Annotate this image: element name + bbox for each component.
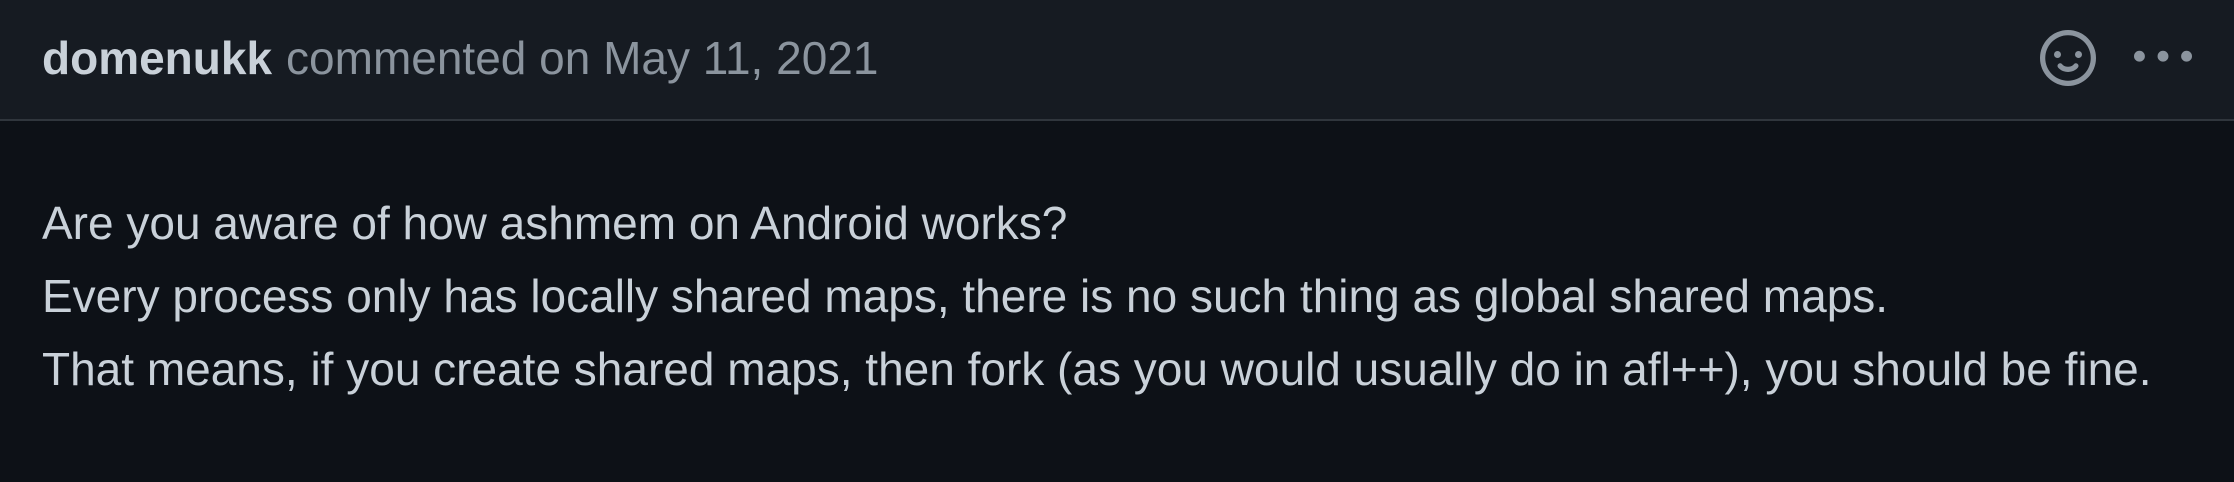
comment-meta: domenukk commented on May 11, 2021: [42, 35, 878, 81]
comment-line: That means, if you create shared maps, t…: [42, 343, 2152, 395]
kebab-horizontal-icon: [2134, 50, 2192, 62]
comment-line: Are you aware of how ashmem on Android w…: [42, 197, 1068, 249]
comment-container: domenukk commented on May 11, 2021 Are yo…: [0, 0, 2234, 482]
comment-header: domenukk commented on May 11, 2021: [0, 0, 2234, 121]
comment-action: commented: [286, 31, 527, 84]
comment-date-link[interactable]: on May 11, 2021: [539, 32, 878, 84]
comment-body: Are you aware of how ashmem on Android w…: [0, 121, 2234, 406]
comment-line: Every process only has locally shared ma…: [42, 270, 1889, 322]
add-reaction-button[interactable]: [2040, 29, 2096, 86]
smiley-icon: [2040, 29, 2096, 86]
comment-menu-button[interactable]: [2134, 29, 2192, 87]
comment-actions: [2040, 29, 2192, 87]
author-link[interactable]: domenukk: [42, 32, 272, 84]
